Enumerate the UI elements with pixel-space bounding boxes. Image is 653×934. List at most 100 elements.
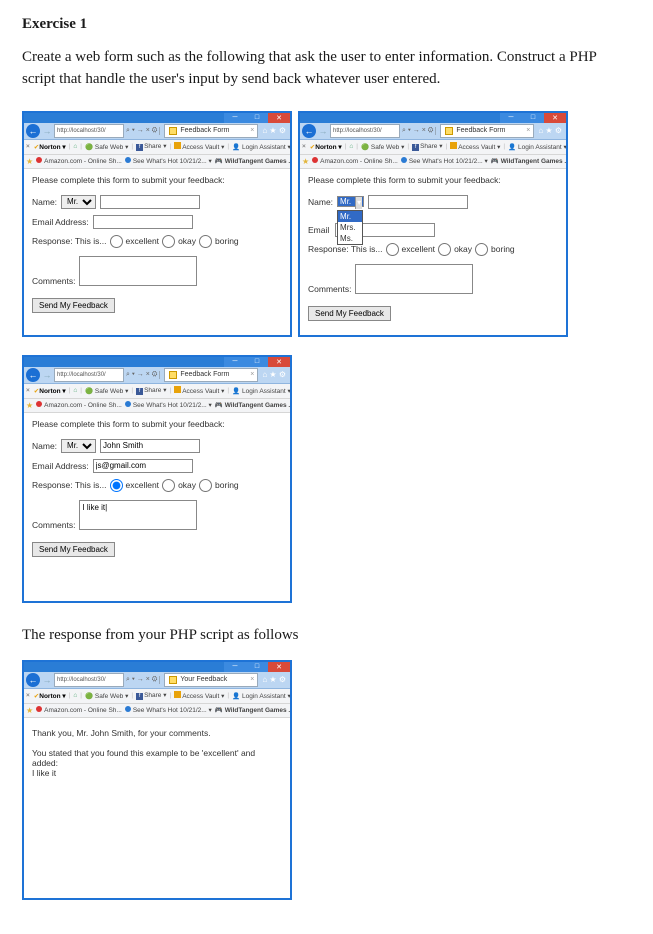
toolbar-close-icon[interactable]: × <box>302 143 306 150</box>
submit-button[interactable]: Send My Feedback <box>32 298 115 313</box>
browser-tab[interactable]: Feedback Form × <box>164 124 258 138</box>
salutation-dropdown[interactable]: Mr. Mrs. Ms. <box>337 210 363 245</box>
access-vault-menu[interactable]: Access Vault ▾ <box>174 142 224 151</box>
fav-amazon[interactable]: Amazon.com - Online Sh... <box>36 157 122 165</box>
forward-button[interactable]: → <box>42 673 52 687</box>
fav-wildtangent[interactable]: 🎮 WildTangent Games ... ▾ <box>215 706 290 714</box>
radio-okay[interactable] <box>438 243 451 256</box>
radio-boring[interactable] <box>475 243 488 256</box>
share-menu[interactable]: fShare ▾ <box>412 142 442 151</box>
radio-okay[interactable] <box>162 235 175 248</box>
share-menu[interactable]: fShare ▾ <box>136 386 166 395</box>
norton-menu[interactable]: ✔Norton ▾ <box>310 143 342 151</box>
fav-wildtangent[interactable]: 🎮 WildTangent Games ... ▾ <box>215 401 290 409</box>
forward-button[interactable]: → <box>42 124 52 138</box>
safeweb-menu[interactable]: 🟢 Safe Web ▾ <box>361 143 404 151</box>
norton-menu[interactable]: ✔Norton ▾ <box>34 387 66 395</box>
home-icon[interactable]: ⌂ <box>73 387 77 394</box>
toolbar-close-icon[interactable]: × <box>26 143 30 150</box>
url-field[interactable]: http://localhost/30/ <box>54 124 124 138</box>
radio-excellent[interactable] <box>110 235 123 248</box>
window-minimize-button[interactable]: ─ <box>224 662 246 672</box>
fav-see-whats-hot[interactable]: See What's Hot 10/21/2... ▾ <box>125 157 212 165</box>
login-assistant-menu[interactable]: 👤 Login Assistant ▾ <box>232 387 290 395</box>
comments-textarea[interactable]: I like it| <box>79 500 197 530</box>
window-minimize-button[interactable]: ─ <box>224 357 246 367</box>
back-button[interactable]: ← <box>302 124 316 138</box>
fav-see-whats-hot[interactable]: See What's Hot 10/21/2... ▾ <box>125 401 212 409</box>
home-icon[interactable]: ⌂ <box>73 143 77 150</box>
access-vault-menu[interactable]: Access Vault ▾ <box>174 691 224 700</box>
browser-tab[interactable]: Your Feedback × <box>164 673 258 687</box>
favorites-star-icon[interactable]: ★ <box>26 157 33 166</box>
window-maximize-button[interactable]: □ <box>246 113 268 123</box>
favorites-star-icon[interactable]: ★ <box>26 706 33 715</box>
share-menu[interactable]: fShare ▾ <box>136 691 166 700</box>
norton-menu[interactable]: ✔Norton ▾ <box>34 692 66 700</box>
submit-button[interactable]: Send My Feedback <box>32 542 115 557</box>
browser-tab[interactable]: Feedback Form × <box>164 368 258 382</box>
name-input[interactable] <box>100 439 200 453</box>
login-assistant-menu[interactable]: 👤 Login Assistant ▾ <box>232 143 290 151</box>
tab-close-icon[interactable]: × <box>250 371 254 378</box>
share-menu[interactable]: fShare ▾ <box>136 142 166 151</box>
safeweb-menu[interactable]: 🟢 Safe Web ▾ <box>85 143 128 151</box>
fav-see-whats-hot[interactable]: See What's Hot 10/21/2... ▾ <box>401 157 488 165</box>
favorites-star-icon[interactable]: ★ <box>302 157 309 166</box>
salutation-option-ms[interactable]: Ms. <box>338 233 362 244</box>
window-close-button[interactable]: ✕ <box>268 357 290 367</box>
home-icon[interactable]: ⌂ <box>349 143 353 150</box>
forward-button[interactable]: → <box>42 368 52 382</box>
fav-amazon[interactable]: Amazon.com - Online Sh... <box>312 157 398 165</box>
browser-tab[interactable]: Feedback Form × <box>440 124 534 138</box>
back-button[interactable]: ← <box>26 124 40 138</box>
window-minimize-button[interactable]: ─ <box>500 113 522 123</box>
safeweb-menu[interactable]: 🟢 Safe Web ▾ <box>85 692 128 700</box>
tab-close-icon[interactable]: × <box>526 127 530 134</box>
window-maximize-button[interactable]: □ <box>522 113 544 123</box>
access-vault-menu[interactable]: Access Vault ▾ <box>450 142 500 151</box>
salutation-select-open[interactable]: Mr. Mr. Mrs. Ms. <box>337 196 364 208</box>
radio-excellent[interactable] <box>110 479 123 492</box>
name-input[interactable] <box>368 195 468 209</box>
favorites-star-icon[interactable]: ★ <box>26 401 33 410</box>
email-input[interactable] <box>93 459 193 473</box>
fav-wildtangent[interactable]: 🎮 WildTangent Games ... ▾ <box>215 157 290 165</box>
salutation-selected[interactable]: Mr. <box>337 196 364 207</box>
toolbar-close-icon[interactable]: × <box>26 692 30 699</box>
tab-close-icon[interactable]: × <box>250 127 254 134</box>
fav-wildtangent[interactable]: 🎮 WildTangent Games ... ▾ <box>491 157 566 165</box>
login-assistant-menu[interactable]: 👤 Login Assistant ▾ <box>232 692 290 700</box>
url-field[interactable]: http://localhost/30/ <box>330 124 400 138</box>
tab-close-icon[interactable]: × <box>250 676 254 683</box>
radio-boring[interactable] <box>199 479 212 492</box>
name-input[interactable] <box>100 195 200 209</box>
email-input[interactable] <box>93 215 193 229</box>
window-close-button[interactable]: ✕ <box>544 113 566 123</box>
login-assistant-menu[interactable]: 👤 Login Assistant ▾ <box>508 143 566 151</box>
toolbar-close-icon[interactable]: × <box>26 387 30 394</box>
salutation-option-mr[interactable]: Mr. <box>338 211 362 222</box>
salutation-select[interactable]: Mr. <box>61 195 96 209</box>
window-close-button[interactable]: ✕ <box>268 113 290 123</box>
back-button[interactable]: ← <box>26 673 40 687</box>
window-maximize-button[interactable]: □ <box>246 662 268 672</box>
window-close-button[interactable]: ✕ <box>268 662 290 672</box>
back-button[interactable]: ← <box>26 368 40 382</box>
home-icon[interactable]: ⌂ <box>73 692 77 699</box>
submit-button[interactable]: Send My Feedback <box>308 306 391 321</box>
access-vault-menu[interactable]: Access Vault ▾ <box>174 386 224 395</box>
comments-textarea[interactable] <box>355 264 473 294</box>
radio-excellent[interactable] <box>386 243 399 256</box>
salutation-select[interactable]: Mr. <box>61 439 96 453</box>
window-maximize-button[interactable]: □ <box>246 357 268 367</box>
url-field[interactable]: http://localhost/30/ <box>54 368 124 382</box>
comments-textarea[interactable] <box>79 256 197 286</box>
norton-menu[interactable]: ✔Norton ▾ <box>34 143 66 151</box>
safeweb-menu[interactable]: 🟢 Safe Web ▾ <box>85 387 128 395</box>
radio-boring[interactable] <box>199 235 212 248</box>
fav-amazon[interactable]: Amazon.com - Online Sh... <box>36 706 122 714</box>
fav-amazon[interactable]: Amazon.com - Online Sh... <box>36 401 122 409</box>
radio-okay[interactable] <box>162 479 175 492</box>
window-minimize-button[interactable]: ─ <box>224 113 246 123</box>
